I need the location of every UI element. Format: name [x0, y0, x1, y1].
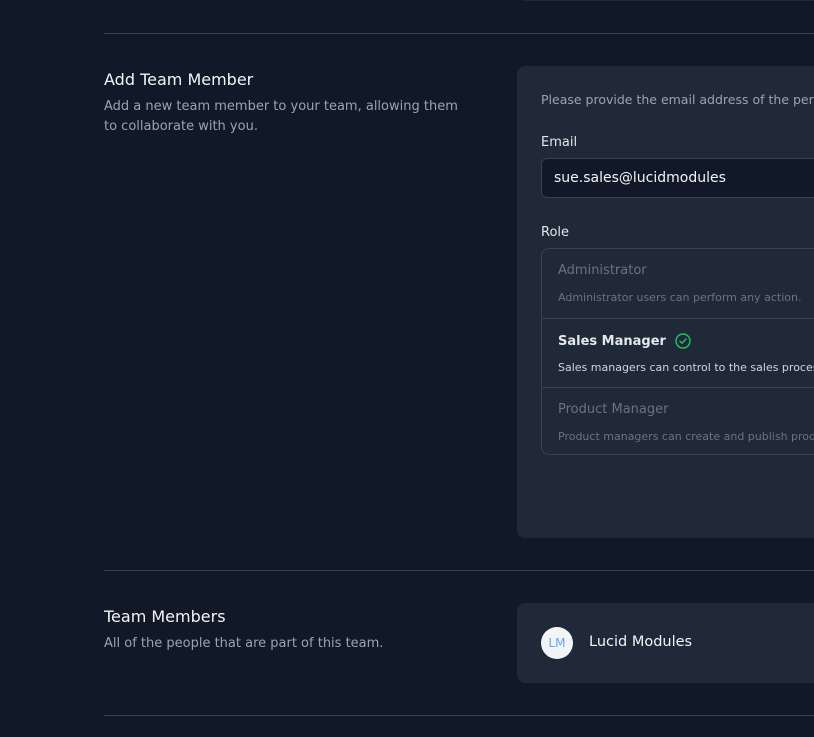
avatar: LM	[541, 627, 573, 659]
add-member-title: Add Team Member	[104, 70, 254, 89]
role-option-sales-manager[interactable]: Sales Manager Sales managers can control…	[542, 318, 814, 387]
team-settings-page: Add Team Member Add a new team member to…	[0, 0, 814, 737]
email-input[interactable]	[541, 158, 814, 198]
team-members-description: All of the people that are part of this …	[104, 636, 384, 651]
team-members-card: LM Lucid Modules	[517, 603, 814, 683]
role-option-administrator[interactable]: Administrator Administrator users can pe…	[542, 249, 814, 318]
role-label: Role	[541, 225, 570, 240]
role-name: Administrator	[558, 263, 647, 278]
team-members-title: Team Members	[104, 607, 226, 626]
add-member-intro: Please provide the email address of the …	[541, 92, 814, 107]
previous-section-card	[517, 0, 814, 1]
section-divider	[104, 570, 814, 571]
role-description: Product managers can create and publish …	[558, 430, 814, 443]
add-member-description: Add a new team member to your team, allo…	[104, 99, 458, 134]
section-divider	[104, 33, 814, 34]
email-label: Email	[541, 135, 578, 150]
check-circle-icon	[675, 333, 691, 349]
add-member-card: Please provide the email address of the …	[517, 66, 814, 538]
member-name: Lucid Modules	[589, 634, 693, 650]
role-description: Administrator users can perform any acti…	[558, 291, 802, 304]
role-name-row: Sales Manager	[558, 333, 691, 349]
role-name: Product Manager	[558, 402, 669, 417]
role-description: Sales managers can control to the sales …	[558, 361, 814, 374]
section-divider	[104, 715, 814, 716]
role-option-product-manager[interactable]: Product Manager Product managers can cre…	[542, 387, 814, 454]
role-selector: Administrator Administrator users can pe…	[541, 248, 814, 455]
role-name: Sales Manager	[558, 333, 666, 349]
